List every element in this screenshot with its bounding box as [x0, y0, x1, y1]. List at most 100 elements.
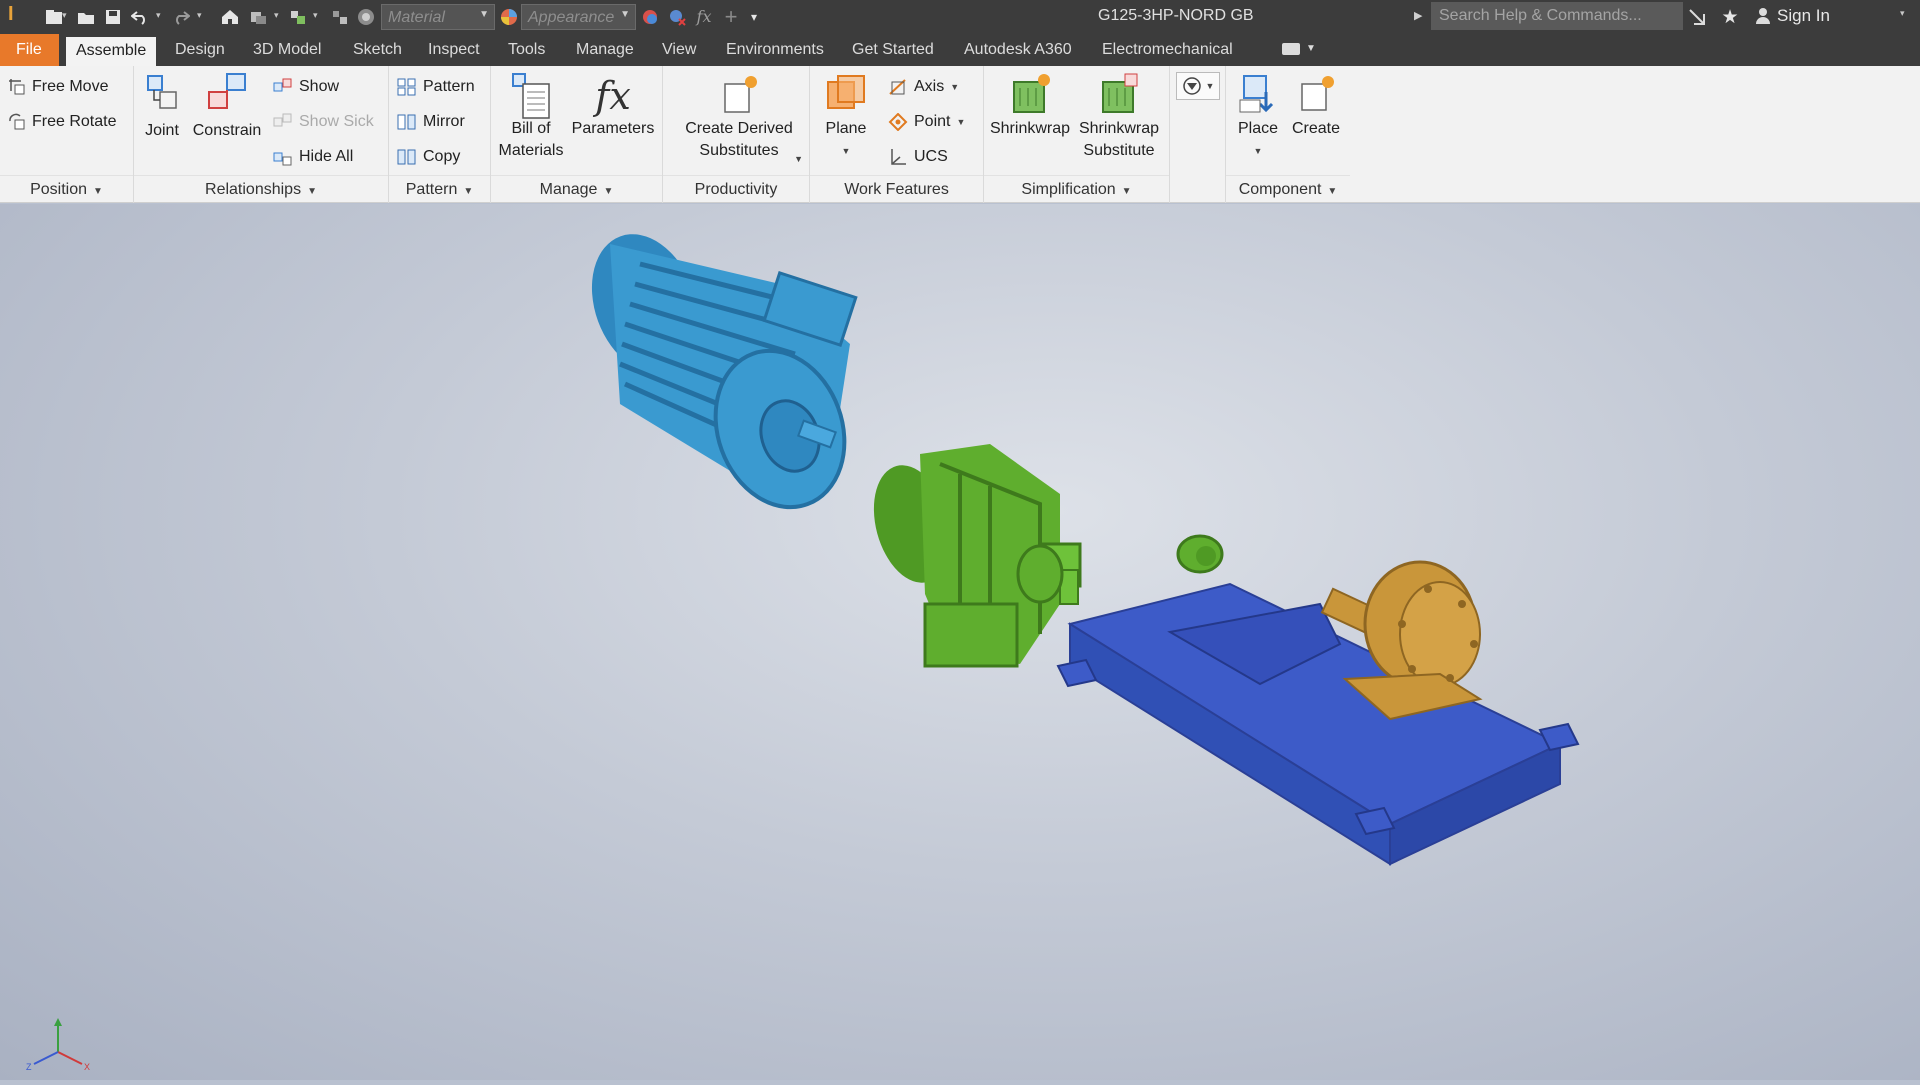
ucs-button[interactable]: UCS: [888, 144, 948, 170]
tab-manage[interactable]: Manage: [566, 34, 644, 66]
search-input[interactable]: Search Help & Commands...: [1431, 2, 1683, 30]
panel-title-position[interactable]: Position ▼: [0, 175, 133, 203]
tab-inspect[interactable]: Inspect: [418, 34, 490, 66]
tab-assemble[interactable]: Assemble: [66, 37, 157, 67]
panel-title-manage[interactable]: Manage ▼: [491, 175, 662, 203]
panel-selection-filter: ▼: [1170, 66, 1226, 203]
tab-3d-model[interactable]: 3D Model: [243, 34, 331, 66]
coupling-component[interactable]: [1176, 534, 1224, 574]
graphics-window[interactable]: Z X: [0, 204, 1920, 1080]
parameters-button[interactable]: fx Parameters: [571, 70, 655, 140]
appearance-select[interactable]: Appearance ▼: [521, 4, 636, 30]
free-rotate-button[interactable]: Free Rotate: [8, 109, 116, 135]
tab-sketch[interactable]: Sketch: [343, 34, 412, 66]
select-dropdown-icon[interactable]: ▾: [313, 10, 323, 24]
constrain-button[interactable]: Constrain: [192, 70, 262, 142]
chevron-down-icon: ▼: [93, 186, 103, 197]
ribbon-display-icon[interactable]: [1282, 43, 1300, 55]
panel-title-relationships[interactable]: Relationships ▼: [134, 175, 388, 203]
motor-component[interactable]: [573, 219, 865, 525]
pattern-icon: [397, 78, 416, 96]
select-icon[interactable]: [286, 5, 310, 29]
mirror-label: Mirror: [423, 113, 465, 130]
fx-icon: fx: [595, 74, 631, 118]
tab-tools[interactable]: Tools: [498, 34, 555, 66]
tab-autodesk-a360[interactable]: Autodesk A360: [954, 34, 1082, 66]
tab-electromechanical[interactable]: Electromechanical: [1092, 34, 1243, 66]
undo-icon[interactable]: [128, 5, 152, 29]
shrinkwrap-substitute-label-line2: Substitute: [1083, 142, 1155, 159]
help-dropdown-icon[interactable]: ▾: [1900, 8, 1910, 22]
gearbox-component[interactable]: [862, 444, 1082, 668]
shrinkwrap-substitute-button[interactable]: Shrinkwrap Substitute: [1076, 70, 1162, 162]
hide-all-button[interactable]: Hide All: [273, 144, 353, 170]
panel-title-work-features: Work Features: [810, 175, 983, 203]
chevron-down-icon: ▼: [603, 186, 614, 197]
home-icon[interactable]: [218, 5, 242, 29]
fx-icon[interactable]: fx: [692, 5, 716, 29]
redo-icon[interactable]: [169, 5, 193, 29]
panel-manage: Bill of Materials fx Parameters Manage ▼: [491, 66, 663, 203]
show-button[interactable]: Show: [273, 74, 339, 100]
material-select[interactable]: Material ▼: [381, 4, 495, 30]
chevron-down-icon[interactable]: ▼: [1306, 43, 1316, 54]
model-view[interactable]: [0, 204, 1920, 1080]
sign-in-label: Sign In: [1777, 6, 1830, 25]
new-dropdown-icon[interactable]: ▾: [62, 10, 72, 24]
copy-button[interactable]: Copy: [397, 144, 460, 170]
pattern-button[interactable]: Pattern: [397, 74, 475, 100]
clear-icon[interactable]: [665, 5, 689, 29]
panel-title-component[interactable]: Component ▼: [1226, 175, 1350, 203]
bom-label-line2: Materials: [498, 142, 564, 159]
tab-view[interactable]: View: [652, 34, 706, 66]
user-icon: [1756, 8, 1770, 24]
crosshair-icon[interactable]: +: [719, 5, 743, 29]
joint-button[interactable]: Joint: [142, 70, 182, 142]
chevron-down-icon: ▼: [956, 117, 966, 127]
tab-file[interactable]: File: [0, 34, 59, 66]
axis-button[interactable]: Axis ▼: [888, 74, 959, 100]
chevron-down-icon: ▼: [620, 9, 630, 20]
plane-button[interactable]: Plane ▼: [816, 70, 876, 162]
search-expand-icon[interactable]: ▶: [1414, 9, 1422, 22]
mirror-button[interactable]: Mirror: [397, 109, 465, 135]
free-move-label: Free Move: [32, 78, 109, 95]
place-button[interactable]: Place ▼: [1230, 70, 1286, 162]
filter-icon: [1182, 77, 1201, 95]
create-derived-substitutes-button[interactable]: Create Derived Substitutes ▼: [677, 70, 803, 164]
return-dropdown-icon[interactable]: ▾: [274, 10, 284, 24]
iproperties-icon[interactable]: [354, 5, 378, 29]
return-icon[interactable]: [246, 5, 270, 29]
create-button[interactable]: Create: [1288, 70, 1344, 140]
selection-filter-dropdown[interactable]: ▼: [1176, 72, 1220, 100]
tab-get-started[interactable]: Get Started: [842, 34, 944, 66]
show-sick-button[interactable]: Show Sick: [273, 109, 374, 135]
exchange-icon[interactable]: [1685, 5, 1709, 29]
undo-dropdown-icon[interactable]: ▾: [156, 10, 166, 24]
free-move-button[interactable]: Free Move: [8, 74, 108, 100]
customize-icon[interactable]: ▾: [742, 5, 766, 29]
sign-in-button[interactable]: Sign In: [1755, 6, 1830, 26]
free-move-icon: [9, 79, 25, 95]
redo-dropdown-icon[interactable]: ▾: [197, 10, 207, 24]
chevron-down-icon: ▼: [1121, 186, 1132, 197]
save-icon[interactable]: [101, 5, 125, 29]
tab-environments[interactable]: Environments: [716, 34, 834, 66]
view-triad[interactable]: Z X: [24, 1012, 94, 1072]
adjust-icon[interactable]: [638, 5, 662, 29]
point-button[interactable]: Point ▼: [888, 109, 965, 135]
baseplate-component[interactable]: [1056, 582, 1580, 866]
chevron-down-icon: ▼: [841, 146, 851, 156]
update-icon[interactable]: [328, 5, 352, 29]
open-icon[interactable]: [74, 5, 98, 29]
tab-design[interactable]: Design: [165, 34, 235, 66]
app-logo[interactable]: I: [8, 3, 26, 31]
panel-title-pattern[interactable]: Pattern ▼: [389, 175, 490, 203]
star-icon[interactable]: ★: [1718, 5, 1742, 29]
shrinkwrap-button[interactable]: Shrinkwrap: [988, 70, 1072, 140]
bill-of-materials-button[interactable]: Bill of Materials: [495, 70, 567, 162]
create-label: Create: [1291, 120, 1341, 137]
point-label: Point: [914, 113, 951, 130]
chevron-down-icon: ▼: [794, 154, 803, 164]
panel-title-simplification[interactable]: Simplification ▼: [984, 175, 1169, 203]
